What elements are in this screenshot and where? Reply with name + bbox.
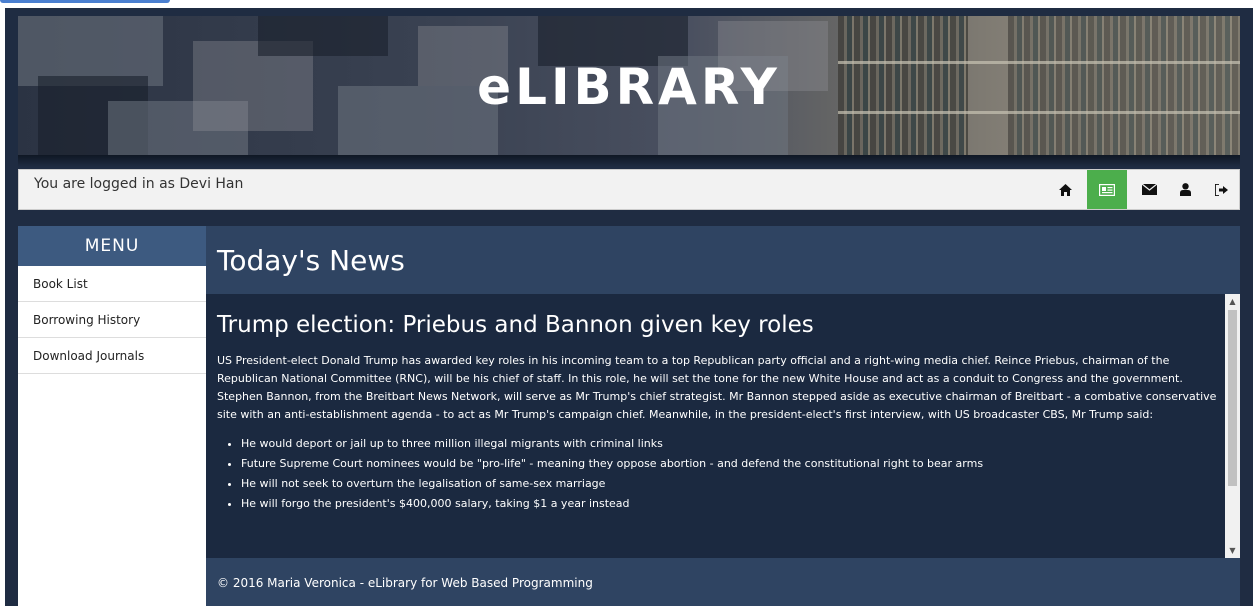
- article-body: US President-elect Donald Trump has awar…: [217, 354, 1217, 421]
- menu-item-book-list[interactable]: Book List: [18, 266, 206, 302]
- list-item: He would deport or jail up to three mill…: [241, 434, 1220, 454]
- scroll-up-arrow-icon[interactable]: ▲: [1225, 294, 1240, 309]
- article-panel: Trump election: Priebus and Bannon given…: [206, 294, 1240, 558]
- menu-item-download-journals[interactable]: Download Journals: [18, 338, 206, 374]
- nav-icons: [1047, 170, 1239, 209]
- scroll-down-arrow-icon[interactable]: ▼: [1225, 543, 1240, 558]
- news-icon[interactable]: [1087, 170, 1127, 209]
- menu-item-borrowing-history[interactable]: Borrowing History: [18, 302, 206, 338]
- footer-text: © 2016 Maria Veronica - eLibrary for Web…: [217, 576, 593, 590]
- article-scrollbar[interactable]: ▲ ▼: [1225, 294, 1240, 558]
- user-icon[interactable]: [1167, 170, 1203, 209]
- main-header: Today's News: [206, 226, 1240, 294]
- home-icon[interactable]: [1047, 170, 1083, 209]
- envelope-icon[interactable]: [1131, 170, 1167, 209]
- banner-title: eLIBRARY: [477, 58, 781, 116]
- banner: eLIBRARY: [18, 16, 1240, 155]
- menu-heading: MENU: [18, 226, 206, 266]
- list-item: Future Supreme Court nominees would be "…: [241, 454, 1220, 474]
- list-item: He will forgo the president's $400,000 s…: [241, 494, 1220, 514]
- news-article: Trump election: Priebus and Bannon given…: [217, 312, 1220, 514]
- article-bullets: He would deport or jail up to three mill…: [217, 434, 1220, 514]
- list-item: He will not seek to overturn the legalis…: [241, 474, 1220, 494]
- banner-shadow: [18, 155, 1240, 167]
- page-title: Today's News: [217, 244, 405, 277]
- article-headline: Trump election: Priebus and Bannon given…: [217, 312, 814, 338]
- logged-in-text: You are logged in as Devi Han: [34, 176, 244, 192]
- footer: © 2016 Maria Veronica - eLibrary for Web…: [206, 558, 1240, 606]
- sidebar: MENU Book List Borrowing History Downloa…: [18, 226, 206, 606]
- status-bar: You are logged in as Devi Han: [18, 169, 1240, 210]
- logout-icon[interactable]: [1203, 170, 1239, 209]
- top-link-underline: [0, 0, 200, 8]
- scrollbar-thumb[interactable]: [1228, 310, 1237, 486]
